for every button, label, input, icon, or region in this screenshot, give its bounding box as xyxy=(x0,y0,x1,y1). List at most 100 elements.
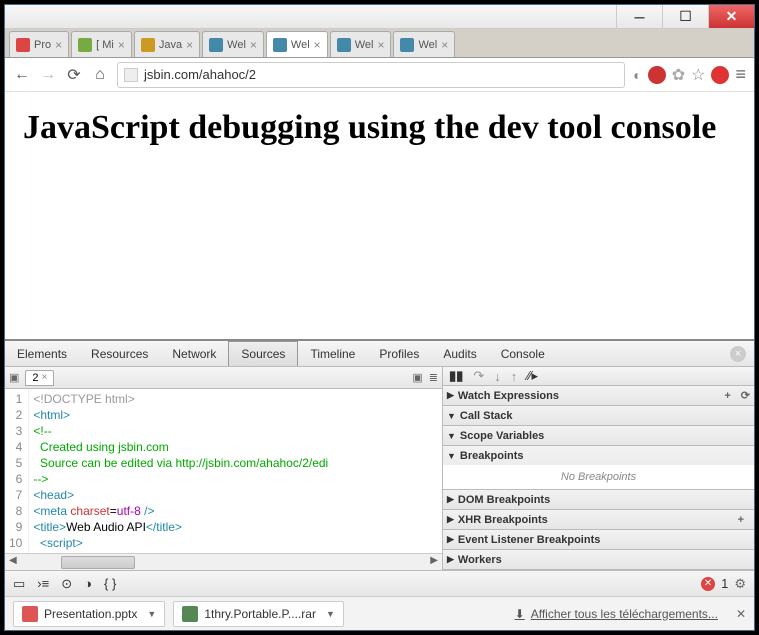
home-button[interactable]: ⌂ xyxy=(91,66,109,84)
maximize-button[interactable]: ☐ xyxy=(662,5,708,28)
sources-file-bar: ▣ 2 × ▣ ≣ xyxy=(5,367,442,389)
close-button[interactable]: ✕ xyxy=(708,5,754,28)
close-icon[interactable]: × xyxy=(441,38,448,52)
disclosure-icon: ▶ xyxy=(447,534,454,545)
chevron-down-icon[interactable]: ▼ xyxy=(326,609,335,619)
bookmark-icon[interactable]: ☆ xyxy=(691,65,705,85)
page-content: JavaScript debugging using the dev tool … xyxy=(5,92,754,339)
disclosure-icon: ▶ xyxy=(447,514,454,525)
file-icon xyxy=(182,606,198,622)
devtools-tab-console[interactable]: Console xyxy=(489,341,557,366)
browser-tab[interactable]: Java× xyxy=(134,31,200,57)
adblock-icon[interactable] xyxy=(648,66,666,84)
devtools-footer: ▭ ›≡ ⊙ ◑ { } ✕ 1 ⚙ xyxy=(5,570,754,596)
browser-window: ─ ☐ ✕ Pro×[ Mi×Java×Wel×Wel×Wel×Wel× ← →… xyxy=(4,4,755,631)
record-icon[interactable]: ◑ xyxy=(84,576,92,591)
browser-tab[interactable]: Wel× xyxy=(330,31,392,57)
step-into-button[interactable]: ↓ xyxy=(494,369,501,384)
page-icon xyxy=(124,68,138,82)
pause-button[interactable]: ▮▮ xyxy=(449,368,463,384)
pane-header[interactable]: ▶Event Listener Breakpoints xyxy=(443,530,754,549)
code-editor[interactable]: 12345678910111213141516 <!DOCTYPE html><… xyxy=(5,389,442,553)
wrap-icon[interactable]: ≣ xyxy=(429,371,438,384)
pane-header[interactable]: ▶XHR Breakpoints+ xyxy=(443,510,754,529)
close-icon[interactable]: × xyxy=(55,38,62,52)
file-tab[interactable]: 2 × xyxy=(25,370,54,386)
devtools-tab-elements[interactable]: Elements xyxy=(5,341,79,366)
show-all-downloads[interactable]: ⬇Afficher tous les téléchargements... xyxy=(515,607,718,621)
devtools-tab-timeline[interactable]: Timeline xyxy=(298,341,367,366)
favicon xyxy=(337,38,351,52)
disclosure-icon: ▼ xyxy=(447,411,456,421)
browser-tab[interactable]: Wel× xyxy=(202,31,264,57)
browser-tab[interactable]: [ Mi× xyxy=(71,31,132,57)
step-through-icon[interactable]: ▣ xyxy=(412,371,422,384)
close-icon[interactable]: × xyxy=(377,38,384,52)
disclosure-icon: ▼ xyxy=(447,451,456,461)
devtools-tab-profiles[interactable]: Profiles xyxy=(367,341,431,366)
close-icon[interactable]: × xyxy=(314,38,321,52)
console-toggle-icon[interactable]: ›≡ xyxy=(37,576,49,591)
pane-header[interactable]: ▶Workers xyxy=(443,550,754,569)
back-button[interactable]: ← xyxy=(13,66,31,84)
sync-icon[interactable]: ◐ xyxy=(633,67,641,83)
add-icon[interactable]: + xyxy=(738,514,744,526)
devtools-tab-resources[interactable]: Resources xyxy=(79,341,160,366)
step-out-button[interactable]: ↑ xyxy=(511,369,518,384)
pane-header[interactable]: ▼Breakpoints xyxy=(443,446,754,465)
browser-tab[interactable]: Pro× xyxy=(9,31,69,57)
browser-tab[interactable]: Wel× xyxy=(393,31,455,57)
close-icon[interactable]: × xyxy=(118,38,125,52)
refresh-icon[interactable]: ⟳ xyxy=(741,389,750,402)
favicon xyxy=(273,38,287,52)
debugger-sidebar: ▮▮ ↷ ↓ ↑ ⁄⁄▸ ▶Watch Expressions+⟳▼Call S… xyxy=(443,367,754,570)
favicon xyxy=(209,38,223,52)
browser-tab[interactable]: Wel× xyxy=(266,31,328,57)
close-icon[interactable]: × xyxy=(186,38,193,52)
dock-icon[interactable]: ▭ xyxy=(13,576,25,592)
settings-icon[interactable]: ⚙ xyxy=(734,576,746,592)
disclosure-icon: ▶ xyxy=(447,554,454,565)
pretty-print-icon[interactable]: { } xyxy=(104,576,116,591)
forward-button[interactable]: → xyxy=(39,66,57,84)
minimize-button[interactable]: ─ xyxy=(616,5,662,28)
chevron-down-icon[interactable]: ▼ xyxy=(147,609,156,619)
devtools-tab-audits[interactable]: Audits xyxy=(431,341,488,366)
inspect-icon[interactable]: ⊙ xyxy=(61,576,72,592)
nav-toggle-icon[interactable]: ▣ xyxy=(9,371,19,384)
step-over-button[interactable]: ↷ xyxy=(473,368,484,384)
deactivate-breakpoints-button[interactable]: ⁄⁄▸ xyxy=(527,368,538,384)
ublock-icon[interactable] xyxy=(711,66,729,84)
horizontal-scrollbar[interactable]: ◀ ▶ xyxy=(5,553,442,570)
close-icon[interactable]: × xyxy=(250,38,257,52)
downloads-bar: Presentation.pptx▼ 1thry.Portable.P....ra… xyxy=(5,596,754,630)
close-downloads-icon[interactable]: ✕ xyxy=(736,607,746,621)
pane-header[interactable]: ▼Scope Variables xyxy=(443,426,754,445)
devtools-close-icon[interactable]: × xyxy=(730,346,746,362)
pane-header[interactable]: ▶Watch Expressions+⟳ xyxy=(443,386,754,405)
disclosure-icon: ▼ xyxy=(447,431,456,441)
extensions: ◐ ✿ ☆ ≡ xyxy=(633,64,746,85)
favicon xyxy=(141,38,155,52)
reload-button[interactable]: ⟳ xyxy=(65,66,83,84)
favicon xyxy=(16,38,30,52)
add-icon[interactable]: + xyxy=(724,390,730,402)
scroll-thumb[interactable] xyxy=(61,556,135,569)
devtools-panel: ElementsResourcesNetworkSourcesTimelineP… xyxy=(5,339,754,596)
pane-header[interactable]: ▶DOM Breakpoints xyxy=(443,490,754,509)
url-input[interactable]: jsbin.com/ahahoc/2 xyxy=(117,62,625,88)
pane-header[interactable]: ▼Call Stack xyxy=(443,406,754,425)
titlebar: ─ ☐ ✕ xyxy=(5,5,754,29)
menu-button[interactable]: ≡ xyxy=(735,64,746,85)
error-count: 1 xyxy=(721,576,728,591)
error-icon[interactable]: ✕ xyxy=(701,577,715,591)
devtools-tab-network[interactable]: Network xyxy=(160,341,228,366)
favicon xyxy=(400,38,414,52)
devtools-tab-sources[interactable]: Sources xyxy=(228,341,298,366)
download-item[interactable]: 1thry.Portable.P....rar▼ xyxy=(173,601,344,627)
download-item[interactable]: Presentation.pptx▼ xyxy=(13,601,165,627)
capture-icon[interactable]: ✿ xyxy=(672,65,685,85)
close-icon[interactable]: × xyxy=(42,372,48,383)
pane-body: No Breakpoints xyxy=(443,465,754,489)
download-icon: ⬇ xyxy=(515,607,525,621)
